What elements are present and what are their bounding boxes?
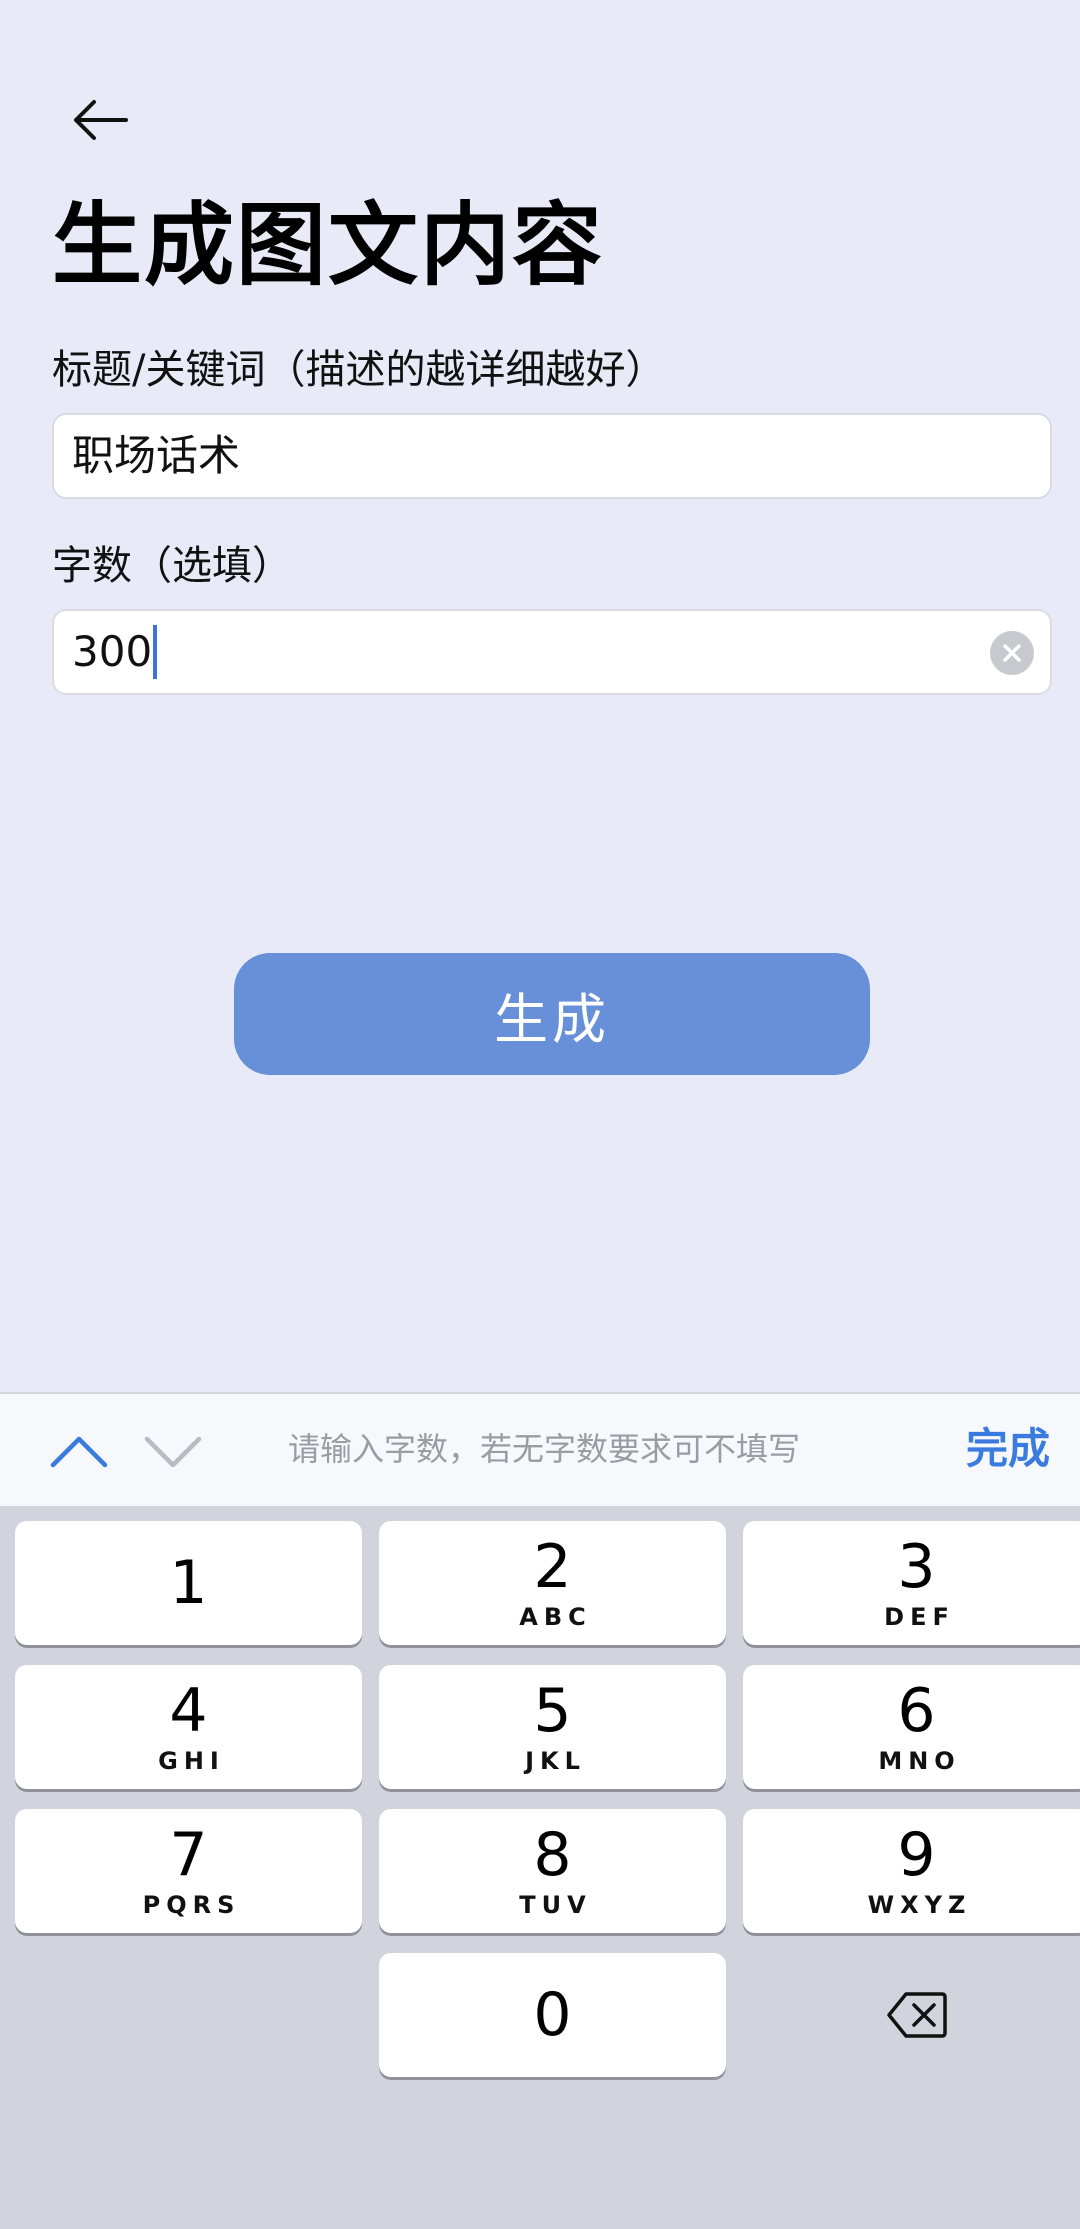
keyboard-toolbar: 请输入字数，若无字数要求可不填写 完成 (0, 1392, 1080, 1506)
keyword-input-value: 职场话术 (72, 431, 241, 480)
page-title: 生成图文内容 (52, 193, 604, 298)
previous-field-button[interactable] (44, 1416, 114, 1486)
back-button[interactable] (60, 80, 140, 160)
numeric-keypad: 1 2 ABC 3 DEF 4 GHI 5 JKL 6 MNO 7 PQRS 8… (0, 1506, 1080, 2229)
key-0[interactable]: 0 (379, 1953, 726, 2077)
backspace-icon (886, 1992, 947, 2038)
key-6[interactable]: 6 MNO (743, 1665, 1080, 1789)
done-button[interactable]: 完成 (966, 1394, 1050, 1504)
key-9[interactable]: 9 WXYZ (743, 1809, 1080, 1933)
key-4[interactable]: 4 GHI (15, 1665, 362, 1789)
delete-key[interactable] (743, 1953, 1080, 2077)
word-count-input-value: 300 (72, 627, 153, 676)
chevron-up-icon (50, 1436, 108, 1468)
key-7[interactable]: 7 PQRS (15, 1809, 362, 1933)
clear-circle-icon (1003, 644, 1021, 662)
keyboard-hint: 请输入字数，若无字数要求可不填写 (288, 1430, 801, 1468)
key-2[interactable]: 2 ABC (379, 1521, 726, 1645)
keyword-label: 标题/关键词（描述的越详细越好） (52, 347, 666, 393)
clear-input-button[interactable] (990, 631, 1034, 675)
generate-button[interactable]: 生成 (234, 953, 870, 1075)
word-count-input[interactable]: 300 (52, 609, 1052, 695)
keyword-input[interactable]: 职场话术 (52, 413, 1052, 499)
chevron-down-icon (144, 1436, 202, 1468)
key-1[interactable]: 1 (15, 1521, 362, 1645)
key-5[interactable]: 5 JKL (379, 1665, 726, 1789)
arrow-left-icon (74, 100, 128, 140)
word-count-label: 字数（选填） (52, 543, 292, 589)
key-8[interactable]: 8 TUV (379, 1809, 726, 1933)
next-field-button[interactable] (138, 1416, 208, 1486)
key-3[interactable]: 3 DEF (743, 1521, 1080, 1645)
text-caret (153, 624, 158, 679)
